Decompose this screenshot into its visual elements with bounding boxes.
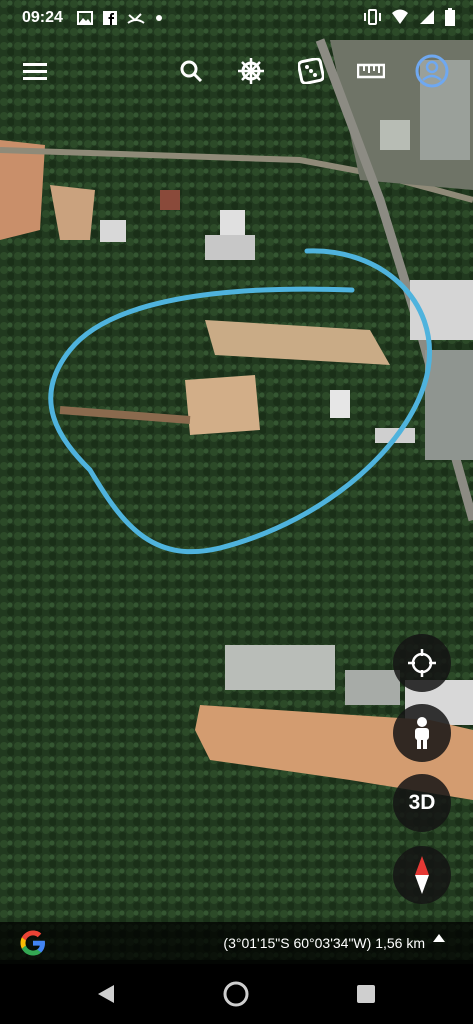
clearing-main (185, 375, 260, 435)
3d-toggle-button[interactable]: 3D (393, 774, 451, 832)
back-button[interactable] (90, 978, 122, 1010)
menu-icon[interactable] (14, 50, 56, 92)
ruler-icon[interactable] (350, 50, 392, 92)
wifi-icon (392, 9, 408, 24)
building (205, 235, 255, 260)
3d-label: 3D (408, 791, 436, 814)
recents-button[interactable] (350, 978, 382, 1010)
compass-button[interactable] (393, 846, 451, 904)
vibrate-icon (364, 9, 381, 25)
building (220, 210, 245, 235)
industrial-area (425, 350, 473, 460)
building (160, 190, 180, 210)
crosshair-icon (408, 649, 436, 677)
my-location-button[interactable] (393, 634, 451, 692)
building (345, 670, 400, 705)
image-icon (76, 11, 93, 25)
earth-toolbar (0, 50, 473, 96)
missed-call-icon (127, 13, 145, 24)
status-time: 09:24 (22, 9, 63, 26)
building (330, 390, 350, 418)
map-footer: (3°01'15"S 60°03'34"W) 1,56 km (0, 922, 473, 964)
home-circle-icon (223, 981, 249, 1007)
status-bar: 09:24 (0, 0, 473, 36)
expand-caret-icon[interactable] (433, 934, 445, 942)
industrial-buildings (225, 645, 335, 690)
top-left-clearing (0, 140, 45, 240)
search-icon[interactable] (170, 50, 212, 92)
compass-icon (415, 856, 429, 894)
signal-icon (420, 10, 434, 24)
google-logo-icon (20, 930, 45, 956)
battery-icon (445, 8, 455, 26)
account-icon[interactable] (411, 50, 453, 92)
dice-icon[interactable] (290, 50, 332, 92)
android-nav-bar (0, 964, 473, 1024)
home-button[interactable] (220, 978, 252, 1010)
dot-icon (155, 15, 162, 21)
street-view-button[interactable] (393, 704, 451, 762)
pegman-icon (415, 717, 429, 749)
building (100, 220, 126, 242)
coordinates-readout: (3°01'15"S 60°03'34"W) 1,56 km (223, 935, 425, 951)
building (380, 120, 410, 150)
ship-wheel-icon[interactable] (230, 50, 272, 92)
facebook-icon (102, 11, 117, 25)
recents-square-icon (357, 985, 375, 1003)
back-triangle-icon (98, 985, 114, 1003)
